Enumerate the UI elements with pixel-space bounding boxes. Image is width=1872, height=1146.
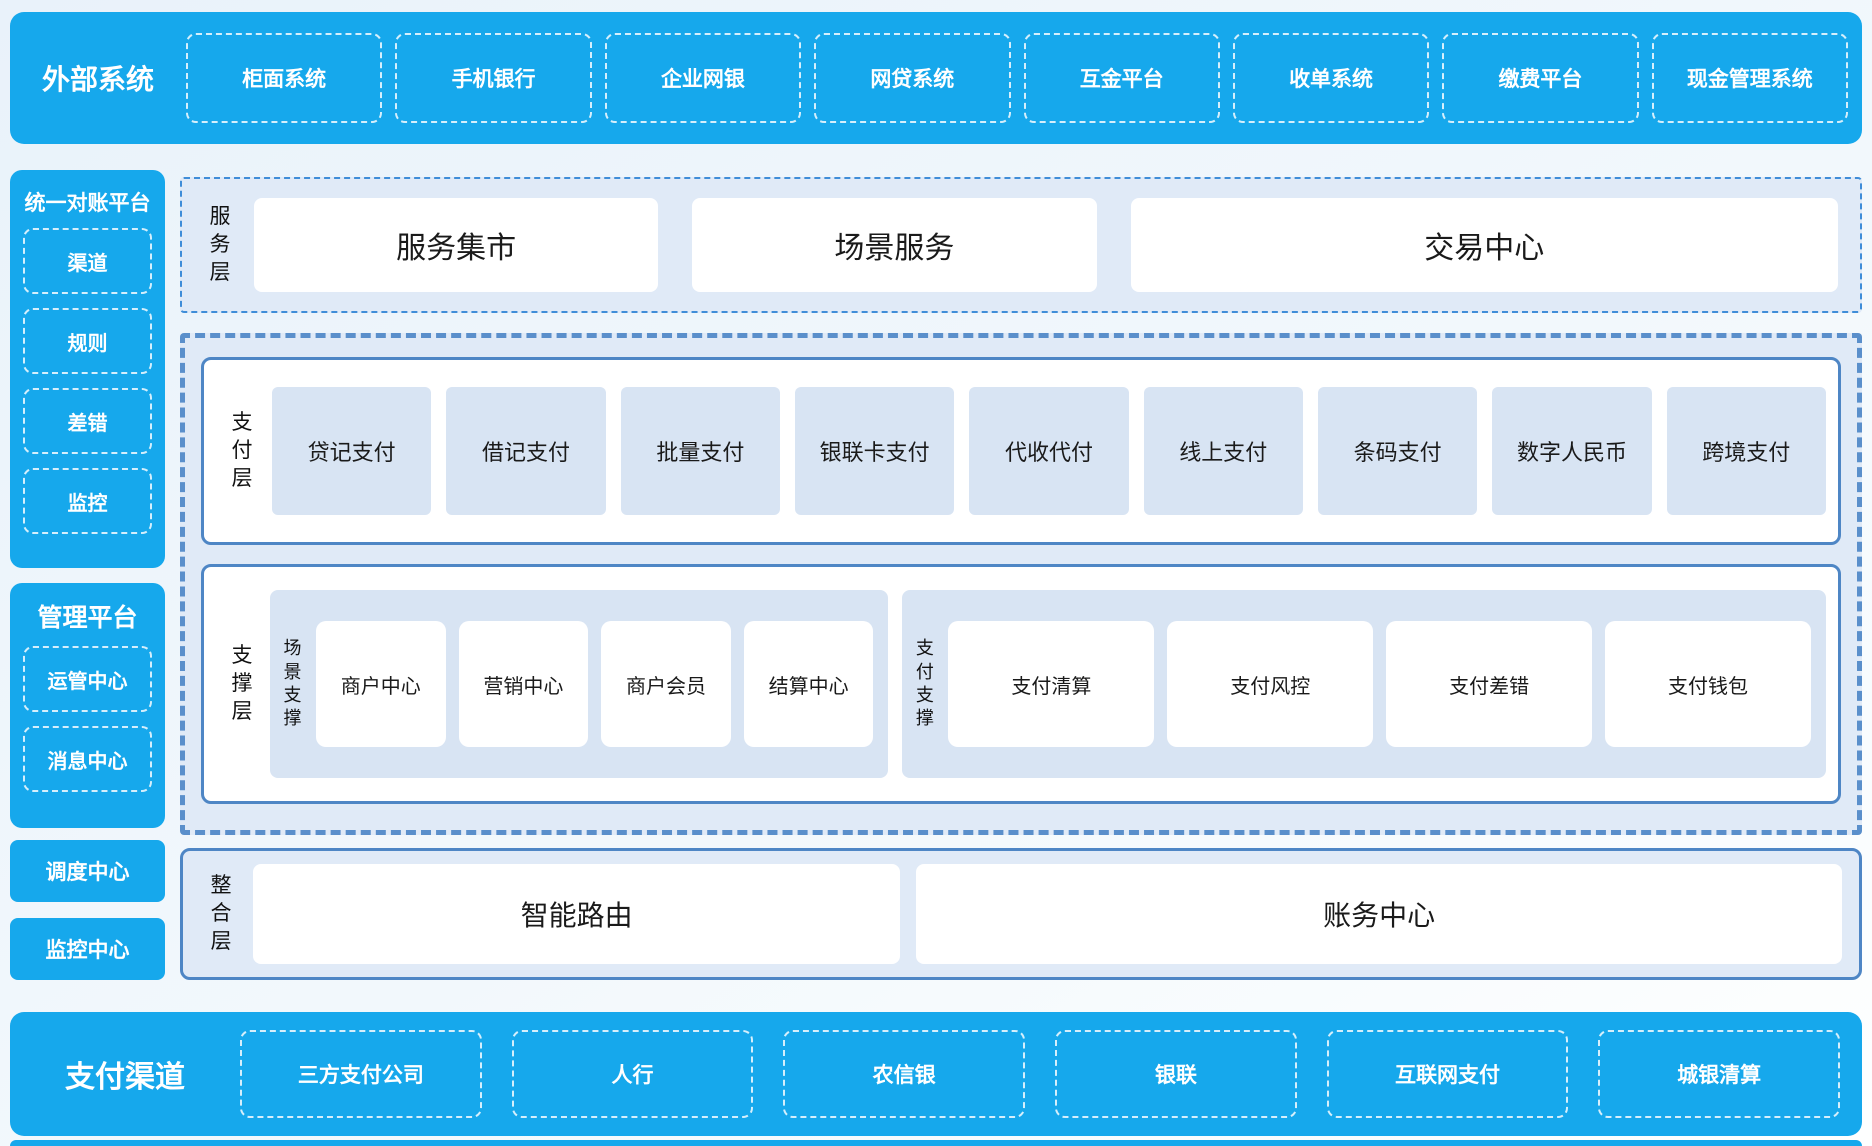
channel-internet-payment: 互联网支付 — [1327, 1030, 1569, 1118]
external-system-internet-finance: 互金平台 — [1024, 33, 1220, 123]
payment-channels-items: 三方支付公司 人行 农信银 银联 互联网支付 城银清算 — [240, 1030, 1840, 1118]
management-item-message-center: 消息中心 — [23, 726, 152, 792]
support-item-payment-wallet: 支付钱包 — [1605, 621, 1811, 747]
reconciliation-item-rules: 规则 — [23, 308, 152, 374]
integration-box-accounting-center: 账务中心 — [916, 864, 1842, 964]
support-item-merchant-center: 商户中心 — [316, 621, 446, 747]
external-system-corporate-ebank: 企业网银 — [605, 33, 801, 123]
external-systems-title: 外部系统 — [10, 58, 186, 98]
payment-item-unionpay-card: 银联卡支付 — [795, 387, 954, 515]
external-system-online-loan: 网贷系统 — [814, 33, 1010, 123]
payment-item-digital-rmb: 数字人民币 — [1492, 387, 1651, 515]
external-system-fee-payment: 缴费平台 — [1442, 33, 1638, 123]
scenario-support-label: 场景支撑 — [282, 637, 303, 731]
management-platform-title: 管理平台 — [23, 598, 152, 634]
external-system-acquiring: 收单系统 — [1233, 33, 1429, 123]
reconciliation-item-channel: 渠道 — [23, 228, 152, 294]
channel-unionpay: 银联 — [1055, 1030, 1297, 1118]
payment-support-group: 支付支撑 支付清算 支付风控 支付差错 支付钱包 — [902, 590, 1826, 778]
support-layer-box: 支撑层 场景支撑 商户中心 营销中心 商户会员 结算中心 支付支撑 支付清算 支… — [201, 564, 1841, 804]
payment-channels-bar: 支付渠道 三方支付公司 人行 农信银 银联 互联网支付 城银清算 — [10, 1012, 1862, 1136]
payment-layer-box: 支付层 贷记支付 借记支付 批量支付 银联卡支付 代收代付 线上支付 条码支付 … — [201, 357, 1841, 545]
scenario-support-group: 场景支撑 商户中心 营销中心 商户会员 结算中心 — [270, 590, 888, 778]
payment-support-wrapper: 支付层 贷记支付 借记支付 批量支付 银联卡支付 代收代付 线上支付 条码支付 … — [180, 333, 1862, 835]
payment-item-debit: 借记支付 — [446, 387, 605, 515]
management-item-operations-center: 运管中心 — [23, 646, 152, 712]
external-systems-bar: 外部系统 柜面系统 手机银行 企业网银 网贷系统 互金平台 收单系统 缴费平台 … — [10, 12, 1862, 144]
support-item-settlement-center: 结算中心 — [744, 621, 874, 747]
support-item-merchant-membership: 商户会员 — [601, 621, 731, 747]
monitoring-center-block: 监控中心 — [10, 918, 165, 980]
management-items: 运管中心 消息中心 — [23, 646, 152, 792]
external-system-mobile-banking: 手机银行 — [395, 33, 591, 123]
channel-city-bank-clearing: 城银清算 — [1598, 1030, 1840, 1118]
channel-pboc: 人行 — [512, 1030, 754, 1118]
management-platform-panel: 管理平台 运管中心 消息中心 — [10, 583, 165, 828]
service-layer-label: 服务层 — [208, 203, 232, 286]
service-layer-items: 服务集市 场景服务 交易中心 — [254, 198, 1838, 292]
support-layer-groups: 场景支撑 商户中心 营销中心 商户会员 结算中心 支付支撑 支付清算 支付风控 … — [270, 590, 1826, 778]
payment-layer-label: 支付层 — [230, 409, 254, 492]
service-box-service-market: 服务集市 — [254, 198, 658, 292]
integration-box-smart-routing: 智能路由 — [253, 864, 900, 964]
integration-layer-items: 智能路由 账务中心 — [253, 864, 1842, 964]
payment-layer-items: 贷记支付 借记支付 批量支付 银联卡支付 代收代付 线上支付 条码支付 数字人民… — [272, 387, 1826, 515]
support-layer-label: 支撑层 — [230, 642, 254, 725]
payment-item-collection-agency: 代收代付 — [969, 387, 1128, 515]
payment-support-label: 支付支撑 — [914, 637, 935, 731]
reconciliation-items: 渠道 规则 差错 监控 — [23, 228, 152, 534]
support-item-marketing-center: 营销中心 — [459, 621, 589, 747]
channel-third-party-payment: 三方支付公司 — [240, 1030, 482, 1118]
support-item-payment-risk-control: 支付风控 — [1167, 621, 1373, 747]
payment-item-cross-border: 跨境支付 — [1667, 387, 1826, 515]
external-system-counter: 柜面系统 — [186, 33, 382, 123]
service-box-transaction-center: 交易中心 — [1131, 198, 1838, 292]
payment-channels-title: 支付渠道 — [10, 1052, 240, 1096]
bottom-cutoff-bar — [10, 1140, 1862, 1146]
support-item-payment-clearing: 支付清算 — [948, 621, 1154, 747]
payment-item-online: 线上支付 — [1144, 387, 1303, 515]
integration-layer-panel: 整合层 智能路由 账务中心 — [180, 848, 1862, 980]
channel-rural-credit-bank: 农信银 — [783, 1030, 1025, 1118]
reconciliation-platform-panel: 统一对账平台 渠道 规则 差错 监控 — [10, 170, 165, 568]
payment-item-batch: 批量支付 — [621, 387, 780, 515]
scheduling-center-block: 调度中心 — [10, 840, 165, 902]
support-item-payment-errors: 支付差错 — [1386, 621, 1592, 747]
reconciliation-item-errors: 差错 — [23, 388, 152, 454]
integration-layer-label: 整合层 — [209, 872, 233, 955]
payment-item-credit: 贷记支付 — [272, 387, 431, 515]
payment-item-barcode: 条码支付 — [1318, 387, 1477, 515]
external-system-cash-management: 现金管理系统 — [1652, 33, 1848, 123]
reconciliation-item-monitoring: 监控 — [23, 468, 152, 534]
service-layer-panel: 服务层 服务集市 场景服务 交易中心 — [180, 177, 1862, 313]
reconciliation-platform-title: 统一对账平台 — [23, 187, 152, 217]
service-box-scenario-service: 场景服务 — [692, 198, 1096, 292]
external-systems-items: 柜面系统 手机银行 企业网银 网贷系统 互金平台 收单系统 缴费平台 现金管理系… — [186, 33, 1848, 123]
